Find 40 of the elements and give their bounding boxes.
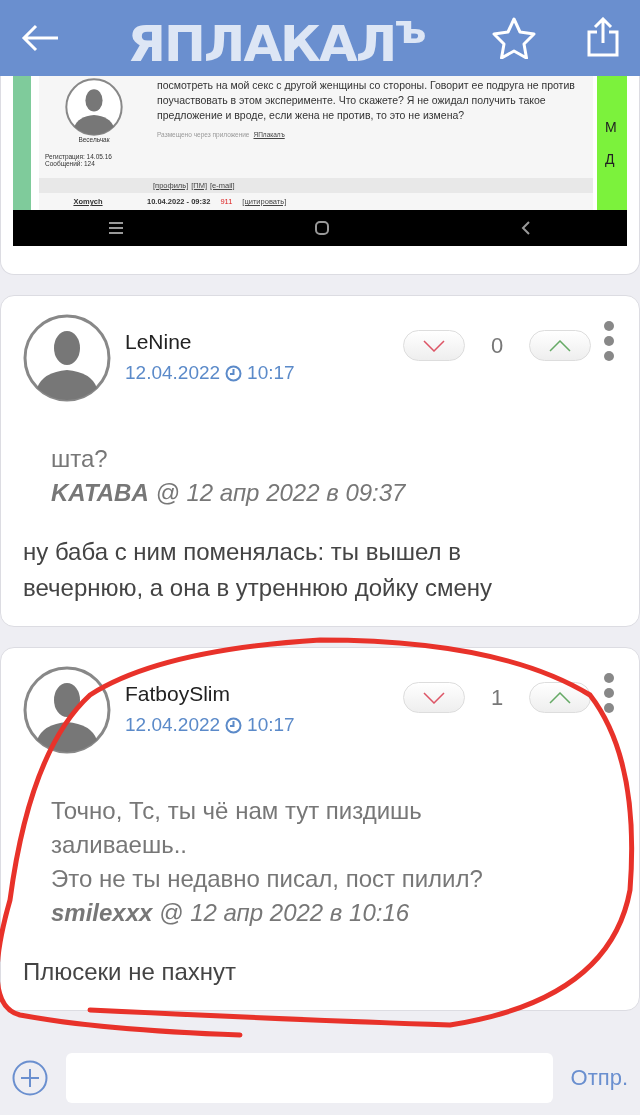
comment-author[interactable]: FatboySlim <box>125 682 403 706</box>
comment-author[interactable]: LeNine <box>125 330 403 354</box>
avatar-icon <box>23 666 111 754</box>
quote-text: Точно, Тс, ты чё нам тут пиздишь заливаешь.. <box>51 796 423 860</box>
share-button[interactable] <box>586 17 620 59</box>
comment-time: 10:17 <box>247 362 295 384</box>
vote-count: 0 <box>489 332 505 359</box>
upvote-button[interactable] <box>529 330 591 361</box>
comment-date: 12.04.2022 <box>125 714 221 736</box>
home-icon[interactable] <box>314 220 330 236</box>
downvote-button[interactable] <box>403 682 465 713</box>
post-text: посмотреть на мой секс с другой женщины со стороны. Говорит ее подруга не против поучаствовать в этом эксперименте. Что скажете? Я не ожидал получить такое предложение и вроде, если жена не против, то это не измена? <box>157 78 576 123</box>
upvote-button[interactable] <box>529 682 591 713</box>
quote-text: шта? <box>51 444 109 474</box>
more-icon[interactable] <box>603 672 615 713</box>
site-logo: ЯПЛАКАЛ$^{ъ}$ <box>127 7 425 69</box>
chevron-down-icon <box>423 691 445 704</box>
more-icon[interactable] <box>603 320 615 361</box>
quote-source: smilexxx @ 12 апр 2022 в 10:16 <box>51 898 411 928</box>
ad-letter: М <box>605 119 618 135</box>
comment-text: ну баба с ним поменялась: ты вышел в вечернюю, а она в утреннюю дойку смену <box>23 537 494 603</box>
clock-icon <box>225 716 243 734</box>
add-button[interactable] <box>12 1059 48 1096</box>
avatar-icon <box>23 314 111 402</box>
chevron-up-icon <box>549 339 571 352</box>
downvote-button[interactable] <box>403 330 465 361</box>
chevron-up-icon <box>549 691 571 704</box>
comment-text: Плюсеки не пахнут <box>23 957 238 987</box>
quote-text: Это не ты недавно писал, пост пилил? <box>51 864 484 894</box>
comment-time: 10:17 <box>247 714 295 736</box>
chevron-down-icon <box>423 339 445 352</box>
quote-source: KATABA @ 12 апр 2022 в 09:37 <box>51 478 407 508</box>
menu-icon[interactable] <box>108 222 123 234</box>
clock-icon <box>225 364 243 382</box>
comment-date: 12.04.2022 <box>125 362 221 384</box>
back-icon[interactable] <box>521 220 532 236</box>
vote-count: 1 <box>489 684 505 711</box>
ad-letter: Д <box>605 151 616 167</box>
back-button[interactable] <box>20 23 60 53</box>
star-button[interactable] <box>492 17 536 59</box>
